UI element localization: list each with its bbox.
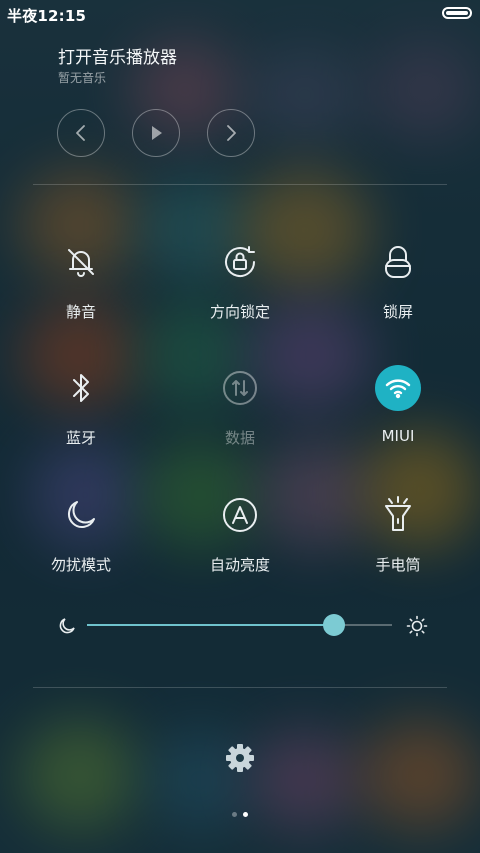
page-dot [232,812,237,817]
wifi-icon [385,379,411,399]
status-time: 半夜12:15 [7,7,87,25]
previous-track-button[interactable] [57,109,105,157]
brightness-slider[interactable] [58,612,428,640]
toggle-do-not-disturb-label: 勿扰模式 [50,556,111,574]
bluetooth-icon [73,374,89,402]
lock-icon [385,246,411,278]
page-indicator [0,812,480,817]
page-dot [243,812,248,817]
divider [33,184,447,185]
music-player-title[interactable]: 打开音乐播放器 [58,43,177,68]
toggle-mute[interactable]: 静音 [21,237,141,322]
divider [33,687,447,688]
toggle-flashlight[interactable]: 手电筒 [338,490,458,575]
toggle-rotation-lock[interactable]: 方向锁定 [180,237,300,322]
toggle-flashlight-label: 手电筒 [375,556,421,574]
brightness-thumb[interactable] [323,614,346,636]
next-icon [227,125,236,141]
toggle-auto-brightness[interactable]: 自动亮度 [180,490,300,575]
settings-button[interactable] [224,742,256,774]
rotation-lock-icon [225,246,255,277]
toggle-mobile-data-label: 数据 [224,429,255,447]
toggle-mobile-data[interactable]: 数据 [180,363,300,448]
mobile-data-icon [223,371,257,405]
battery-icon [442,7,472,19]
next-track-button[interactable] [207,109,255,157]
prev-icon [76,125,85,141]
wifi-active-indicator [375,365,421,411]
toggle-lock-screen[interactable]: 锁屏 [338,237,458,322]
music-player-subtitle: 暂无音乐 [58,71,107,85]
toggle-bluetooth[interactable]: 蓝牙 [21,363,141,448]
toggle-mute-label: 静音 [65,303,96,321]
play-icon [152,126,162,140]
toggle-wifi-label: MIUI [381,427,415,445]
toggle-bluetooth-label: 蓝牙 [65,429,96,447]
toggle-auto-brightness-label: 自动亮度 [209,556,270,574]
toggle-rotation-lock-label: 方向锁定 [209,303,270,321]
play-button[interactable] [132,109,180,157]
bell-off-icon [68,249,94,277]
toggle-wifi[interactable]: MIUI [338,363,458,445]
moon-small-icon [59,618,75,634]
toggle-do-not-disturb[interactable]: 勿扰模式 [21,490,141,575]
moon-icon [68,501,95,528]
flashlight-icon [385,496,411,531]
brightness-track-fill [87,624,335,626]
sun-icon [406,615,428,637]
status-bar: 半夜12:15 [0,0,480,28]
brightness-track[interactable] [87,624,392,626]
gear-icon [226,744,254,772]
auto-brightness-icon [223,498,257,532]
toggle-lock-screen-label: 锁屏 [382,303,413,321]
